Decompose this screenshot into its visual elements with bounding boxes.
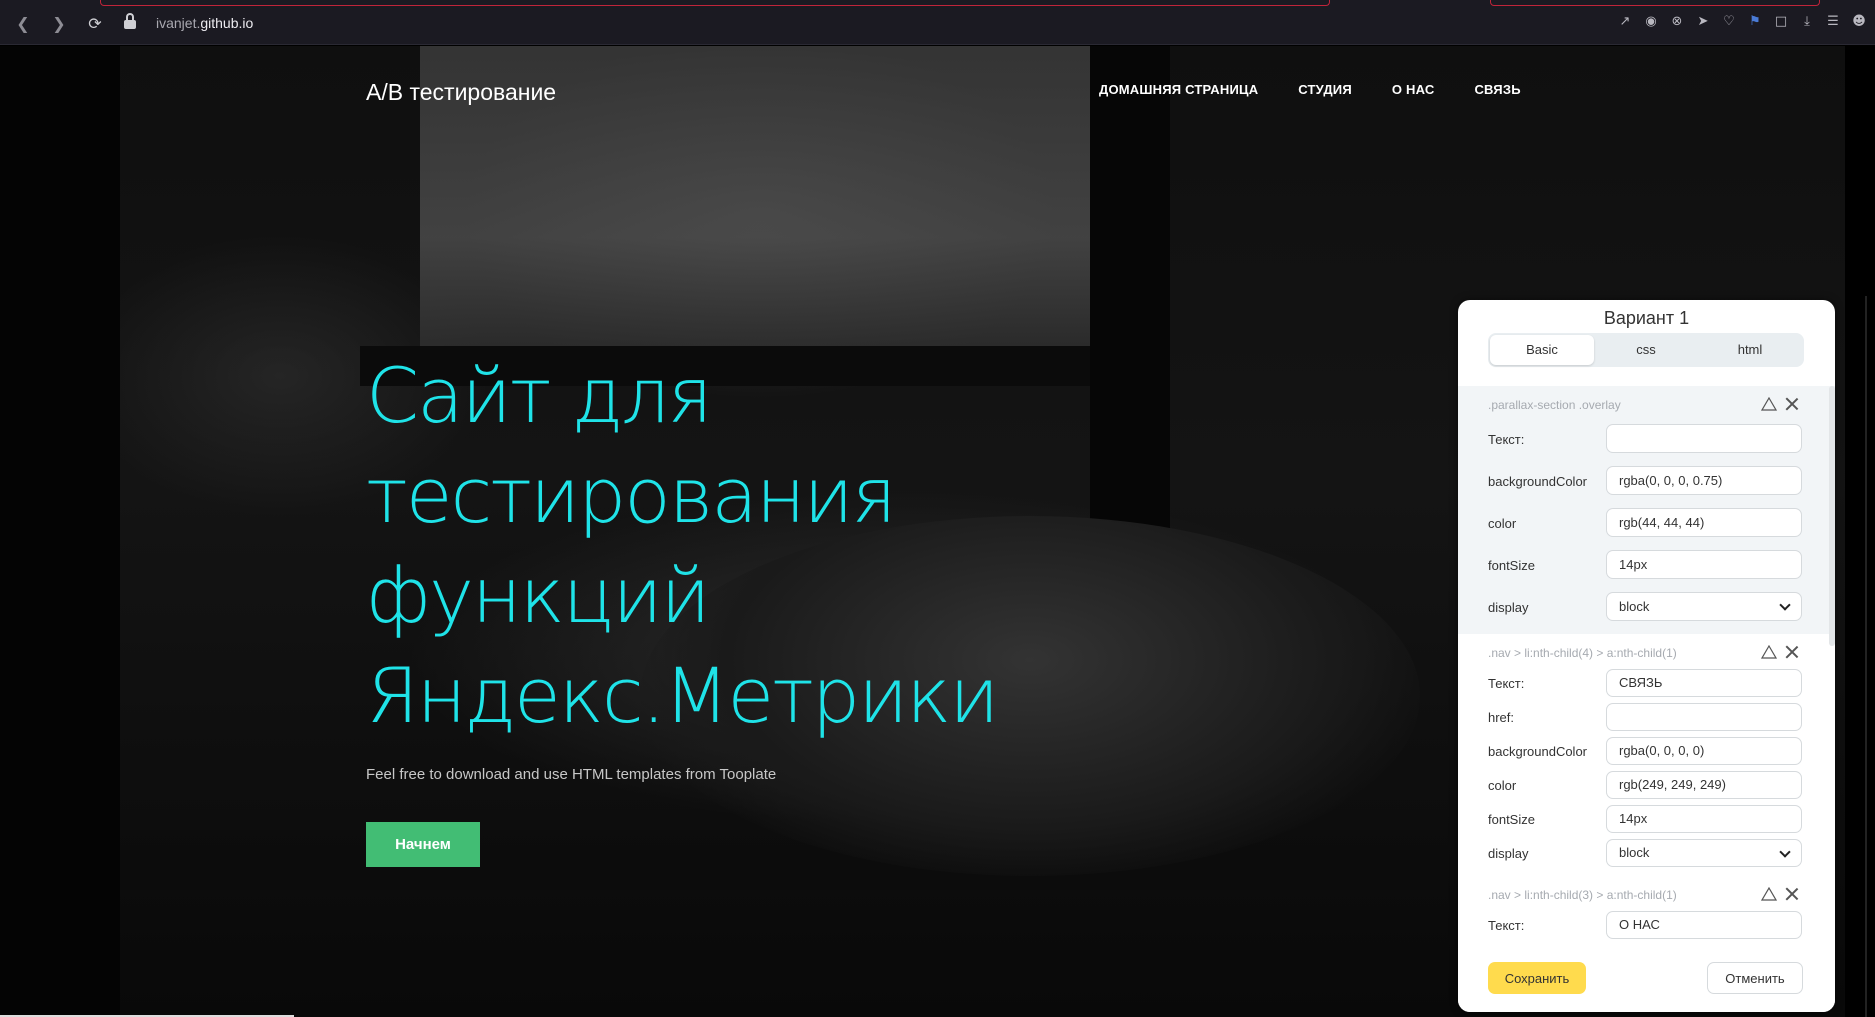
variant-editor-panel: Вариант 1 Basic css html .parallax-secti…	[1458, 300, 1835, 1012]
selector-label: .nav > li:nth-child(4) > a:nth-child(1)	[1488, 646, 1677, 660]
selector-label: .parallax-section .overlay	[1488, 398, 1621, 412]
nav-home[interactable]: ДОМАШНЯЯ СТРАНИЦА	[1099, 82, 1258, 97]
chevron-down-icon	[1779, 599, 1791, 611]
background-shadow	[0, 46, 120, 1017]
field-label: color	[1488, 778, 1517, 793]
send-icon[interactable]: ➤	[1695, 14, 1711, 30]
field-row: fontSize 14px	[1458, 544, 1835, 586]
background-color-input[interactable]: rgba(0, 0, 0, 0.75)	[1606, 466, 1802, 495]
heart-icon[interactable]: ♡	[1721, 14, 1737, 30]
remove-icon[interactable]	[1785, 645, 1799, 659]
background-color-input[interactable]: rgba(0, 0, 0, 0)	[1606, 737, 1802, 765]
panel-title: Вариант 1	[1603, 308, 1690, 328]
panel-content[interactable]: .parallax-section .overlay Текст: backgr…	[1458, 386, 1835, 944]
field-label: Текст:	[1488, 432, 1525, 447]
remove-icon[interactable]	[1785, 887, 1799, 901]
field-row: Текст:	[1458, 418, 1835, 460]
cube-icon[interactable]: □	[1773, 14, 1789, 30]
hero-heading-line: Сайт для	[366, 351, 713, 440]
cancel-button[interactable]: Отменить	[1707, 962, 1803, 994]
hero-heading: Сайт для тестирования функций Яндекс.Мет…	[366, 346, 1006, 746]
browser-toolbar: ❮ ❯ ⟳ ivanjet.github.io ↗ ◉ ⊗ ➤ ♡ ⚑ □ ⤓ …	[0, 0, 1875, 45]
field-label: backgroundColor	[1488, 744, 1588, 759]
url-prefix: ivanjet.	[156, 15, 201, 31]
field-row: fontSize 14px	[1458, 802, 1835, 836]
field-row: href:	[1458, 700, 1835, 734]
display-select-value: block	[1619, 845, 1650, 860]
tab-html[interactable]: html	[1698, 335, 1802, 365]
camera-icon[interactable]: ◉	[1643, 14, 1659, 30]
hero-subtitle: Feel free to download and use HTML templ…	[366, 766, 777, 783]
font-size-input[interactable]: 14px	[1606, 805, 1802, 833]
field-row: Текст: О НАС	[1458, 908, 1835, 942]
selector-block: .parallax-section .overlay Текст: backgr…	[1458, 386, 1835, 634]
tab-highlight-right	[1490, 0, 1820, 6]
field-label: Текст:	[1488, 676, 1525, 691]
field-label: fontSize	[1488, 812, 1535, 827]
field-row: backgroundColor rgba(0, 0, 0, 0.75)	[1458, 460, 1835, 502]
field-row: color rgb(249, 249, 249)	[1458, 768, 1835, 802]
field-label: backgroundColor	[1488, 474, 1588, 489]
chevron-down-icon	[1779, 846, 1791, 858]
nav-contact[interactable]: СВЯЗЬ	[1474, 82, 1520, 97]
address-bar[interactable]: ivanjet.github.io	[156, 15, 253, 31]
field-label: display	[1488, 600, 1529, 615]
right-edge	[1845, 46, 1875, 1017]
text-input[interactable]: О НАС	[1606, 911, 1802, 939]
text-input[interactable]	[1606, 424, 1802, 453]
tab-basic[interactable]: Basic	[1490, 335, 1594, 365]
flag-icon[interactable]: ⚑	[1747, 14, 1763, 30]
field-row: color rgb(44, 44, 44)	[1458, 502, 1835, 544]
display-select[interactable]: block	[1606, 592, 1802, 621]
tab-css[interactable]: css	[1594, 335, 1698, 365]
field-row: backgroundColor rgba(0, 0, 0, 0)	[1458, 734, 1835, 768]
font-size-input[interactable]: 14px	[1606, 550, 1802, 579]
remove-icon[interactable]	[1785, 397, 1799, 411]
site-nav: ДОМАШНЯЯ СТРАНИЦА СТУДИЯ О НАС СВЯЗЬ	[1099, 82, 1521, 97]
field-label: display	[1488, 846, 1529, 861]
lock-icon[interactable]	[124, 13, 136, 29]
share-icon[interactable]: ↗	[1617, 14, 1633, 30]
hero-heading-line: функций	[366, 551, 711, 640]
reload-icon[interactable]: ⟳	[82, 12, 108, 36]
field-row: Текст: СВЯЗЬ	[1458, 666, 1835, 700]
hero-heading-line: тестирования	[366, 451, 897, 540]
menu-icon[interactable]: ☰	[1825, 14, 1841, 30]
color-input[interactable]: rgb(249, 249, 249)	[1606, 771, 1802, 799]
forward-icon[interactable]: ❯	[46, 12, 72, 36]
display-select-value: block	[1619, 599, 1650, 614]
start-button[interactable]: Начнем	[366, 822, 480, 867]
field-label: color	[1488, 516, 1517, 531]
site-title[interactable]: A/B тестирование	[366, 79, 556, 106]
tab-highlight	[100, 0, 1330, 6]
url-domain: github.io	[200, 15, 254, 31]
panel-footer: Сохранить Отменить	[1458, 944, 1835, 1012]
field-row: display block	[1458, 836, 1835, 870]
download-icon[interactable]: ⤓	[1799, 14, 1815, 30]
adblock-icon[interactable]: ⊗	[1669, 14, 1685, 30]
collapse-icon[interactable]	[1761, 645, 1777, 659]
profile-icon[interactable]: ☻	[1851, 14, 1867, 30]
text-input[interactable]: СВЯЗЬ	[1606, 669, 1802, 697]
selector-label: .nav > li:nth-child(3) > a:nth-child(1)	[1488, 888, 1677, 902]
field-label: fontSize	[1488, 558, 1535, 573]
field-row: display block	[1458, 586, 1835, 628]
panel-scrollbar[interactable]	[1829, 386, 1835, 646]
hero-heading-line: Яндекс.Метрики	[366, 651, 999, 740]
collapse-icon[interactable]	[1761, 397, 1777, 411]
nav-about[interactable]: О НАС	[1392, 82, 1435, 97]
collapse-icon[interactable]	[1761, 887, 1777, 901]
selector-block: .nav > li:nth-child(4) > a:nth-child(1) …	[1458, 634, 1835, 876]
panel-tabs: Basic css html	[1488, 333, 1804, 367]
save-button[interactable]: Сохранить	[1488, 962, 1586, 994]
back-icon[interactable]: ❮	[10, 12, 36, 36]
field-label: href:	[1488, 710, 1515, 725]
href-input[interactable]	[1606, 703, 1802, 731]
selector-block: .nav > li:nth-child(3) > a:nth-child(1) …	[1458, 876, 1835, 944]
display-select[interactable]: block	[1606, 839, 1802, 867]
nav-studio[interactable]: СТУДИЯ	[1298, 82, 1352, 97]
field-label: Текст:	[1488, 918, 1525, 933]
color-input[interactable]: rgb(44, 44, 44)	[1606, 508, 1802, 537]
